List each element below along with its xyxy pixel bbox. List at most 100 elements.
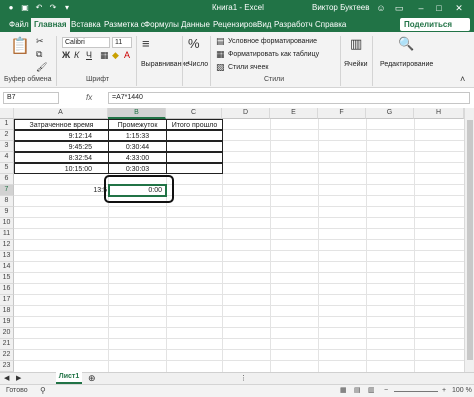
- conditional-format-button[interactable]: Условное форматирование: [228, 38, 317, 45]
- format-painter-icon[interactable]: 🖌: [36, 62, 47, 73]
- font-color-icon[interactable]: A: [124, 50, 130, 61]
- font-size-select[interactable]: 11: [112, 37, 132, 48]
- column-header-e[interactable]: E: [270, 108, 318, 119]
- normal-view-icon[interactable]: ▦: [340, 385, 347, 397]
- row-header[interactable]: 10: [0, 218, 14, 229]
- horizontal-scroll-icon[interactable]: ⋮: [240, 373, 247, 384]
- cell-c3[interactable]: [166, 141, 223, 152]
- borders-icon[interactable]: ▦: [100, 50, 109, 61]
- page-break-icon[interactable]: ▥: [368, 385, 375, 397]
- user-name[interactable]: Виктор Буктеев: [312, 3, 369, 12]
- cell-a3[interactable]: 9:45:25: [14, 141, 109, 152]
- bold-icon[interactable]: Ж: [62, 50, 70, 61]
- tab-formulas[interactable]: Формулы: [141, 18, 182, 32]
- tab-review[interactable]: Рецензиров: [210, 18, 260, 32]
- function-icon[interactable]: fx: [86, 93, 92, 102]
- spreadsheet-grid[interactable]: A B C D E F G H 1 2 3 4 5 6 7 8 9 10 11 …: [0, 108, 474, 372]
- cell-a1[interactable]: Затраченное время: [14, 119, 109, 130]
- row-header[interactable]: 8: [0, 196, 14, 207]
- row-header[interactable]: 3: [0, 141, 14, 152]
- format-as-table-icon[interactable]: ▦: [216, 49, 225, 60]
- fill-color-icon[interactable]: ◆: [112, 50, 119, 61]
- tab-home[interactable]: Главная: [31, 18, 70, 32]
- save-icon[interactable]: ▣: [20, 3, 30, 13]
- close-icon[interactable]: ✕: [452, 2, 466, 14]
- underline-icon[interactable]: Ч: [86, 50, 92, 61]
- row-header[interactable]: 23: [0, 361, 14, 372]
- accessibility-icon[interactable]: ⚲: [40, 385, 46, 397]
- sheet-tab[interactable]: Лист1: [56, 372, 82, 384]
- tab-help[interactable]: Справка: [312, 18, 349, 32]
- autosave-icon[interactable]: ●: [6, 3, 16, 13]
- column-header-a[interactable]: A: [14, 108, 108, 119]
- zoom-level[interactable]: 100 %: [452, 385, 472, 397]
- cell-b2[interactable]: 1:15:33: [108, 130, 167, 141]
- column-header-h[interactable]: H: [414, 108, 464, 119]
- prev-sheet-icon[interactable]: ◀: [4, 373, 9, 384]
- row-header[interactable]: 4: [0, 152, 14, 163]
- row-header[interactable]: 14: [0, 262, 14, 273]
- cut-icon[interactable]: ✂: [36, 36, 44, 47]
- column-header-g[interactable]: G: [366, 108, 414, 119]
- cells-icon[interactable]: ▥: [350, 37, 362, 50]
- cell-a2[interactable]: 9:12:14: [14, 130, 109, 141]
- row-header[interactable]: 13: [0, 251, 14, 262]
- cell-c5[interactable]: [166, 163, 223, 174]
- row-header[interactable]: 19: [0, 317, 14, 328]
- row-header[interactable]: 6: [0, 174, 14, 185]
- cell-b3[interactable]: 0:30:44: [108, 141, 167, 152]
- customize-icon[interactable]: ▾: [62, 3, 72, 13]
- vertical-scrollbar[interactable]: [464, 108, 474, 372]
- row-header[interactable]: 17: [0, 295, 14, 306]
- zoom-out-icon[interactable]: −: [384, 385, 388, 397]
- cell-b5[interactable]: 0:30:03: [108, 163, 167, 174]
- format-as-table-button[interactable]: Форматировать как таблицу: [228, 51, 319, 58]
- select-all-corner[interactable]: [0, 108, 14, 119]
- tab-developer[interactable]: Разработч: [271, 18, 316, 32]
- cell-b4[interactable]: 4:33:00: [108, 152, 167, 163]
- undo-icon[interactable]: ↶: [34, 3, 44, 13]
- column-header-b[interactable]: B: [108, 108, 166, 119]
- row-header[interactable]: 21: [0, 339, 14, 350]
- cell-c2[interactable]: [166, 130, 223, 141]
- row-header[interactable]: 5: [0, 163, 14, 174]
- number-format-icon[interactable]: %: [188, 37, 200, 50]
- cell-a4[interactable]: 8:32:54: [14, 152, 109, 163]
- formula-input[interactable]: =A7*1440: [108, 92, 470, 104]
- row-header[interactable]: 12: [0, 240, 14, 251]
- cell-b1[interactable]: Промежуток: [108, 119, 167, 130]
- row-header[interactable]: 11: [0, 229, 14, 240]
- user-avatar-icon[interactable]: ☺: [374, 2, 388, 14]
- row-header[interactable]: 1: [0, 119, 14, 130]
- next-sheet-icon[interactable]: ▶: [16, 373, 21, 384]
- page-layout-icon[interactable]: ▤: [354, 385, 361, 397]
- share-button[interactable]: Поделиться: [400, 18, 470, 31]
- column-header-f[interactable]: F: [318, 108, 366, 119]
- copy-icon[interactable]: ⧉: [36, 49, 42, 60]
- number-label[interactable]: Число: [188, 61, 208, 68]
- tab-file[interactable]: Файл: [6, 18, 32, 32]
- name-box[interactable]: B7: [3, 92, 59, 104]
- cells-label[interactable]: Ячейки: [344, 61, 367, 68]
- column-header-d[interactable]: D: [222, 108, 270, 119]
- tab-data[interactable]: Данные: [178, 18, 213, 32]
- cell-a7[interactable]: 13:5: [14, 185, 108, 196]
- minimize-icon[interactable]: –: [414, 2, 428, 14]
- find-icon[interactable]: 🔍: [398, 37, 414, 50]
- row-header[interactable]: 18: [0, 306, 14, 317]
- maximize-icon[interactable]: □: [432, 2, 446, 14]
- row-header[interactable]: 16: [0, 284, 14, 295]
- alignment-icon[interactable]: ≡: [142, 37, 150, 50]
- zoom-slider[interactable]: [394, 391, 438, 392]
- scrollbar-thumb[interactable]: [467, 120, 473, 360]
- row-header[interactable]: 7: [0, 185, 14, 196]
- row-header[interactable]: 20: [0, 328, 14, 339]
- cell-c1[interactable]: Итого прошло: [166, 119, 223, 130]
- zoom-in-icon[interactable]: +: [442, 385, 446, 397]
- row-header[interactable]: 22: [0, 350, 14, 361]
- cell-styles-button[interactable]: Стили ячеек: [228, 64, 268, 71]
- column-header-c[interactable]: C: [166, 108, 222, 119]
- row-header[interactable]: 2: [0, 130, 14, 141]
- cell-c4[interactable]: [166, 152, 223, 163]
- editing-label[interactable]: Редактирование: [380, 61, 433, 68]
